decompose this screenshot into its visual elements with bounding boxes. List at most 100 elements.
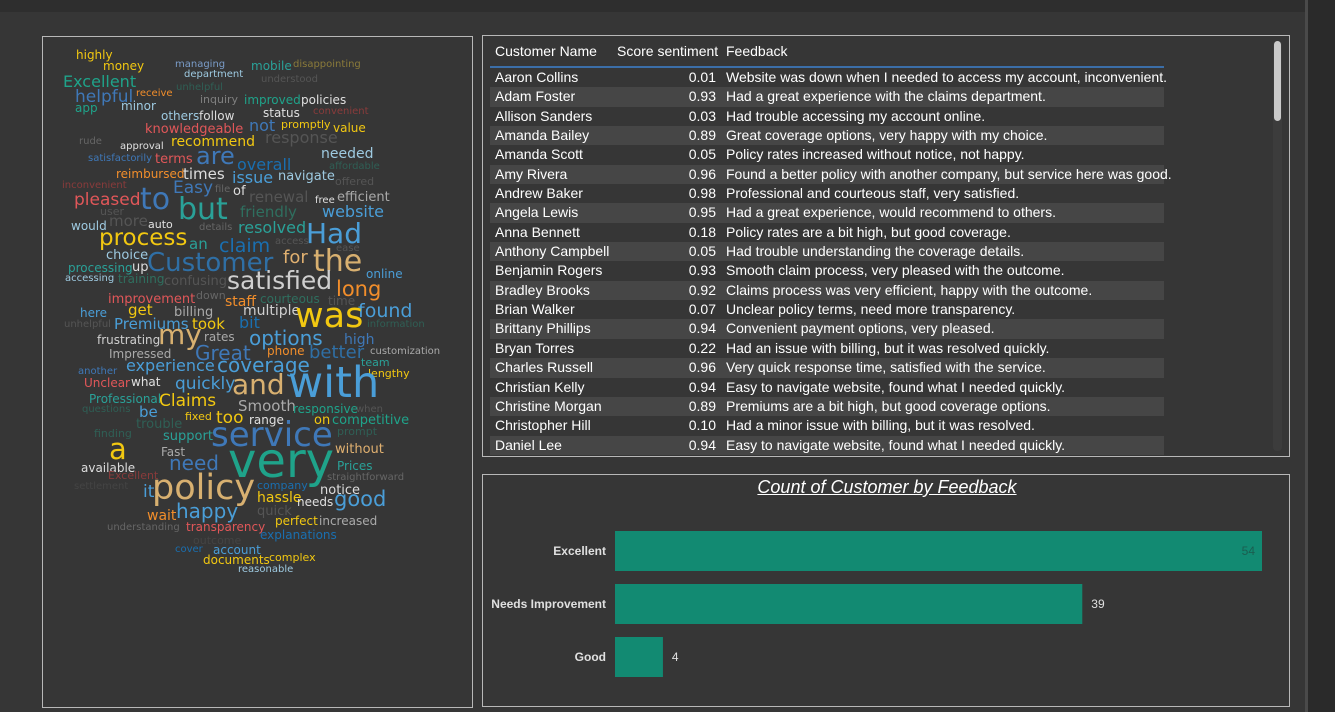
word-cloud-word[interactable]: fixed [185,411,212,422]
table-row[interactable]: Daniel Lee 0.94 Easy to navigate website, … [490,435,1164,455]
word-cloud-word[interactable]: complex [269,552,316,563]
word-cloud-word[interactable]: Excellent [108,470,158,481]
table-row[interactable]: Brian Walker 0.07 Unclear policy terms, ne… [490,300,1164,319]
word-cloud-word[interactable]: a [109,435,127,464]
column-header-score-sentiment[interactable]: Score sentiment [617,43,718,59]
word-cloud-word[interactable]: without [335,443,384,456]
word-cloud-word[interactable]: money [103,60,144,72]
table-row[interactable]: Allison Sanders 0.03 Had trouble accessing… [490,107,1164,126]
word-cloud-word[interactable]: needs [297,496,333,508]
word-cloud-word[interactable]: department [184,70,243,80]
word-cloud-word[interactable]: support [163,430,213,443]
word-cloud-word[interactable]: mobile [251,60,292,72]
word-cloud-word[interactable]: information [367,320,425,330]
word-cloud-word[interactable]: straightforward [327,473,404,483]
table-row[interactable]: Aaron Collins 0.01 Website was down when I… [490,68,1167,87]
word-cloud-word[interactable]: affordable [329,162,380,172]
word-cloud-word[interactable]: confusing [164,275,227,288]
word-cloud-word[interactable]: questions [82,405,130,415]
word-cloud-word[interactable]: to [140,185,170,215]
word-cloud-word[interactable]: hassle [257,491,302,505]
table-row[interactable]: Anthony Campbell 0.05 Had trouble understa… [490,242,1164,262]
word-cloud-word[interactable]: improved [244,94,301,106]
word-cloud-word[interactable]: disappointing [293,60,361,70]
word-cloud-word[interactable]: navigate [278,170,335,183]
table-row[interactable]: Christopher Hill 0.10 Had a minor issue wi… [490,416,1164,435]
word-cloud-word[interactable]: here [80,307,107,319]
table-row[interactable]: Benjamin Rogers 0.93 Smooth claim process,… [490,261,1164,280]
table-row[interactable]: Andrew Baker 0.98 Professional and courteo… [490,184,1164,203]
word-cloud-word[interactable]: satisfactorily [88,154,152,164]
word-cloud-word[interactable]: but [178,195,228,225]
bar-good[interactable] [615,637,663,677]
table-row[interactable]: Christine Morgan 0.89 Premiums are a bit h… [490,396,1164,417]
word-cloud-word[interactable]: understanding [107,523,180,533]
word-cloud-word[interactable]: perfect [275,515,318,527]
word-cloud-word[interactable]: satisfied [227,268,332,293]
word-cloud-word[interactable]: transparency [186,521,265,533]
word-cloud-visual[interactable]: highly money managing mobile disappointing de… [42,36,473,708]
word-cloud-word[interactable]: details [199,223,232,233]
word-cloud-word[interactable]: frustrating [97,334,160,346]
table-row[interactable]: Amanda Bailey 0.89 Great coverage options,… [490,126,1164,146]
word-cloud-word[interactable]: and [232,371,285,399]
word-cloud-word[interactable]: follow [199,110,234,122]
word-cloud-word[interactable]: with [288,362,379,405]
table-row[interactable]: Angela Lewis 0.95 Had a great experience, … [490,203,1164,223]
word-cloud-word[interactable]: process [99,227,187,250]
bar-excellent[interactable] [615,531,1262,571]
word-cloud-word[interactable]: increased [319,515,377,527]
word-cloud-word[interactable]: reasonable [238,565,293,575]
word-cloud-word[interactable]: access [275,237,309,247]
table-row[interactable]: Amanda Scott 0.05 Policy rates increased w… [490,145,1164,164]
word-cloud-word[interactable]: of [233,185,246,198]
table-row[interactable]: Bryan Torres 0.22 Had an issue with billin… [490,339,1164,358]
word-cloud-word[interactable]: value [333,122,366,134]
word-cloud-word[interactable]: response [265,130,338,146]
word-cloud-word[interactable]: approval [120,142,164,152]
word-cloud-word[interactable]: policies [301,94,346,106]
word-cloud-word[interactable]: what [131,376,160,388]
word-cloud-word[interactable]: app [75,102,98,114]
word-cloud-word[interactable]: Unclear [84,377,130,389]
table-scrollbar-thumb[interactable] [1274,41,1281,121]
feedback-bar-chart-visual[interactable]: Count of Customer by Feedback Excellent 5… [482,474,1290,707]
bar-needs-improvement[interactable] [615,584,1083,624]
word-cloud-word[interactable]: happy [176,501,238,521]
word-cloud-word[interactable]: unhelpful [176,83,223,93]
table-row[interactable]: Charles Russell 0.96 Very quick response t… [490,358,1164,378]
word-cloud-word[interactable]: accessing [65,274,114,284]
word-cloud-word[interactable]: settlement [74,482,128,492]
word-cloud-word[interactable]: needed [321,147,374,161]
table-row[interactable]: Adam Foster 0.93 Had a great experience wi… [490,87,1164,107]
feedback-table-visual[interactable]: Customer Name Score sentiment Feedback A… [482,35,1290,457]
word-cloud-word[interactable]: Prices [337,460,373,472]
table-row[interactable]: Brittany Phillips 0.94 Convenient payment … [490,319,1164,339]
table-row[interactable]: Bradley Brooks 0.92 Claims process was ver… [490,280,1164,301]
word-cloud-word[interactable]: down [196,290,226,301]
table-row[interactable]: Amy Rivera 0.96 Found a better policy with… [490,164,1172,185]
word-cloud-word[interactable]: cover [175,545,203,555]
table-scrollbar[interactable] [1273,41,1282,451]
word-cloud-word[interactable]: unhelpful [64,320,111,330]
word-cloud-word[interactable]: convenient [313,107,369,117]
table-row[interactable]: Christian Kelly 0.94 Easy to navigate webs… [490,378,1164,397]
word-cloud-word[interactable]: rude [79,137,102,147]
column-header-customer-name[interactable]: Customer Name [495,43,597,59]
word-cloud-word[interactable]: Smooth [238,399,296,414]
word-cloud-word[interactable]: minor [121,100,156,112]
word-cloud-word[interactable]: good [334,489,386,510]
word-cloud-word[interactable]: others [161,110,199,122]
word-cloud-word[interactable]: explanations [260,529,337,541]
word-cloud-word[interactable]: Claims [159,393,216,410]
word-cloud-word[interactable]: wait [147,509,176,523]
word-cloud-word[interactable]: for [283,249,308,267]
column-header-feedback[interactable]: Feedback [726,43,787,59]
word-cloud-word[interactable]: receive [136,89,173,99]
table-row[interactable]: Anna Bennett 0.18 Policy rates are a bit h… [490,223,1164,242]
word-cloud-word[interactable]: offered [335,176,374,187]
word-cloud-word[interactable]: resolved [238,220,306,236]
word-cloud-word[interactable]: understood [261,75,318,85]
word-cloud-word[interactable]: experience [126,358,215,374]
word-cloud-word[interactable]: inquiry [200,94,238,105]
